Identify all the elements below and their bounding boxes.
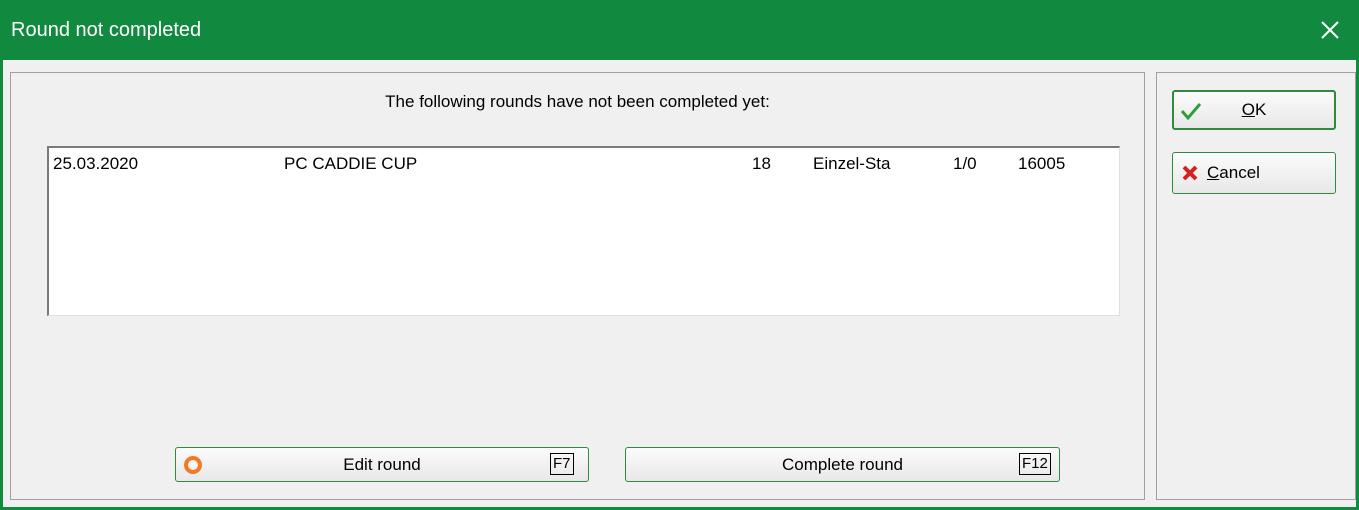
cancel-button[interactable]: Cancel	[1172, 152, 1336, 194]
round-date: 25.03.2020	[53, 154, 139, 173]
ok-button[interactable]: OK	[1172, 90, 1336, 130]
complete-round-label: Complete round	[782, 455, 903, 474]
round-ratio: 1/0	[953, 154, 977, 173]
x-icon	[1182, 165, 1198, 181]
list-item[interactable]: 25.03.2020 PC CADDIE CUP 18 Einzel-Sta 1…	[49, 154, 1119, 176]
edit-round-button[interactable]: Edit round F7	[175, 447, 589, 482]
edit-round-shortcut: F7	[550, 453, 574, 475]
cancel-mnemonic: C	[1207, 163, 1220, 182]
close-icon	[1321, 21, 1339, 39]
ok-mnemonic: O	[1241, 100, 1255, 119]
complete-round-button[interactable]: Complete round F12	[625, 447, 1060, 482]
cancel-label-rest: ancel	[1219, 163, 1260, 182]
close-button[interactable]	[1301, 0, 1359, 60]
ok-label: OK	[1174, 92, 1334, 128]
round-name: PC CADDIE CUP	[284, 154, 418, 173]
window-title: Round not completed	[11, 19, 202, 41]
side-panel	[1156, 72, 1356, 500]
round-holes: 18	[752, 154, 771, 173]
window-frame-left	[0, 60, 3, 510]
complete-round-shortcut: F12	[1019, 453, 1051, 475]
edit-round-label: Edit round	[343, 455, 421, 474]
ok-label-rest: K	[1254, 100, 1267, 119]
info-message: The following rounds have not been compl…	[385, 92, 770, 111]
cancel-label: Cancel	[1207, 153, 1260, 193]
round-mode: Einzel-Sta	[813, 154, 891, 173]
round-id: 16005	[1018, 154, 1066, 173]
rounds-list[interactable]: 25.03.2020 PC CADDIE CUP 18 Einzel-Sta 1…	[47, 146, 1120, 316]
title-bar: Round not completed	[0, 0, 1359, 60]
